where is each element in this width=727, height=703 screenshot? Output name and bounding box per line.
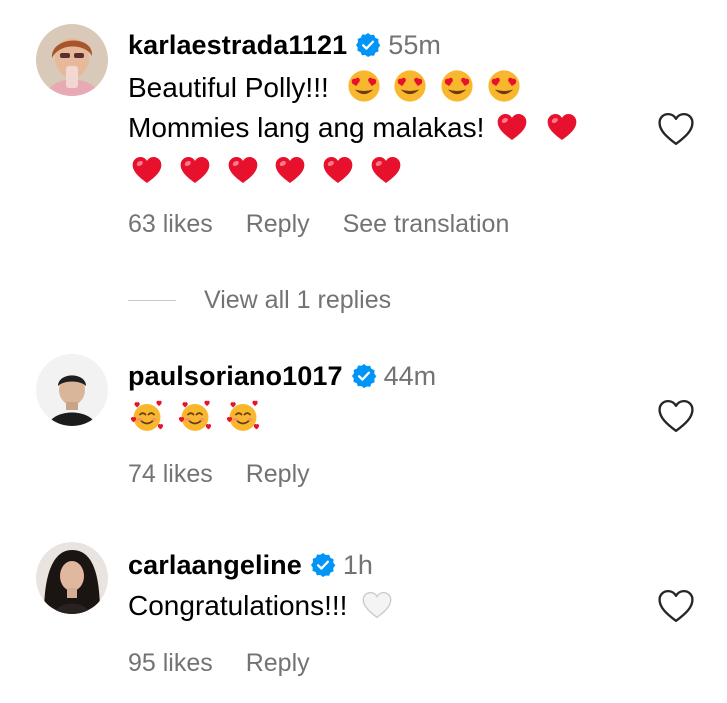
comment-text-line-1: Beautiful Polly!!!	[128, 67, 521, 109]
verified-badge-icon	[310, 552, 336, 578]
heart-outline-icon[interactable]	[657, 588, 695, 624]
comment-text-line: Congratulations!!!	[128, 585, 393, 627]
likes-count[interactable]: 95 likes	[128, 649, 213, 677]
timestamp[interactable]: 44m	[384, 361, 437, 392]
heart-outline-icon[interactable]	[657, 111, 695, 147]
avatar[interactable]	[36, 24, 108, 96]
avatar-image	[36, 354, 108, 426]
red-heart-emoji	[131, 155, 163, 185]
red-heart-emoji	[370, 155, 402, 185]
comment-text: Beautiful Polly!!!	[128, 72, 329, 103]
comment-text	[130, 397, 260, 439]
username[interactable]: paulsoriano1017	[128, 361, 343, 392]
view-replies-button[interactable]: View all 1 replies	[204, 286, 391, 315]
red-heart-emoji	[322, 155, 354, 185]
red-heart-emoji	[274, 155, 306, 185]
smiling-face-with-hearts-emoji	[130, 399, 164, 433]
red-heart-emoji	[179, 155, 211, 185]
red-heart-emoji	[496, 112, 528, 142]
white-heart-emoji	[361, 590, 393, 620]
view-replies[interactable]: View all 1 replies	[128, 284, 391, 316]
username[interactable]: karlaestrada1121	[128, 30, 347, 61]
comment-header: carlaangeline 1h	[128, 547, 373, 583]
red-heart-emoji	[546, 112, 578, 142]
see-translation-button[interactable]: See translation	[343, 210, 510, 238]
comment-text-line-2: Mommies lang ang malakas!	[128, 107, 578, 149]
heart-outline-icon[interactable]	[657, 398, 695, 434]
avatar[interactable]	[36, 354, 108, 426]
avatar-image	[36, 24, 108, 96]
verified-badge-icon	[355, 32, 381, 58]
username[interactable]: carlaangeline	[128, 550, 302, 581]
likes-count[interactable]: 74 likes	[128, 460, 213, 488]
comment-actions: 74 likes Reply	[128, 460, 336, 489]
timestamp[interactable]: 55m	[388, 30, 441, 61]
reply-button[interactable]: Reply	[246, 460, 310, 488]
comment-actions: 95 likes Reply	[128, 649, 336, 678]
comment-text-line-3	[131, 150, 402, 192]
smiling-face-with-hearts-emoji	[226, 399, 260, 433]
comment-header: paulsoriano1017 44m	[128, 358, 436, 394]
heart-eyes-emoji	[393, 69, 427, 103]
comment-header: karlaestrada1121 55m	[128, 27, 441, 63]
reply-button[interactable]: Reply	[246, 210, 310, 238]
comment-text: Mommies lang ang malakas!	[128, 112, 485, 143]
avatar[interactable]	[36, 542, 108, 614]
smiling-face-with-hearts-emoji	[178, 399, 212, 433]
verified-badge-icon	[351, 363, 377, 389]
timestamp[interactable]: 1h	[343, 550, 373, 581]
heart-eyes-emoji	[440, 69, 474, 103]
avatar-image	[36, 542, 108, 614]
reply-button[interactable]: Reply	[246, 649, 310, 677]
comment-text: Congratulations!!!	[128, 590, 348, 621]
red-heart-emoji	[227, 155, 259, 185]
likes-count[interactable]: 63 likes	[128, 210, 213, 238]
replies-divider	[128, 299, 176, 301]
heart-eyes-emoji	[347, 69, 381, 103]
heart-eyes-emoji	[487, 69, 521, 103]
comment-actions: 63 likes Reply See translation	[128, 210, 535, 239]
